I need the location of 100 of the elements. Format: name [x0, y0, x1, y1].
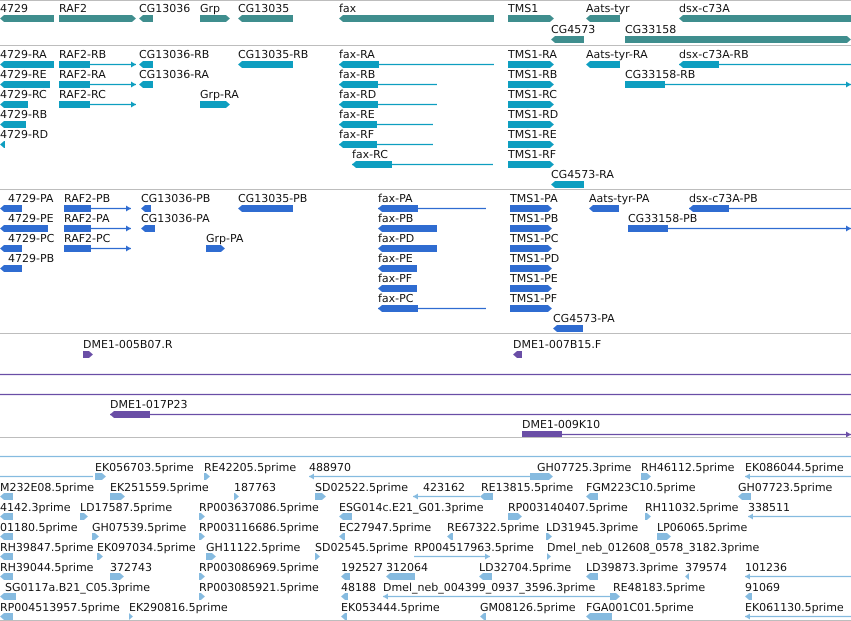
feature-label: LP06065.5prime: [657, 521, 748, 534]
feature-label: EK290816.5prime: [129, 601, 228, 614]
feature-label: fax-RA: [339, 48, 375, 61]
feature-label: RP003086969.5prime: [199, 561, 319, 574]
feature-label: 312064: [386, 561, 428, 574]
feature-label: 338511: [748, 501, 790, 514]
feature-label: TMS1-RD: [508, 108, 558, 121]
feature-label: 91069: [745, 581, 780, 594]
feature-label: M232E08.5prime: [0, 481, 94, 494]
feature-label: FGM223C10.5prime: [586, 481, 696, 494]
feature-label: RE13815.5prime: [481, 481, 574, 494]
feature-label: 4142.3prime: [0, 501, 71, 514]
feature-label: RH39847.5prime: [0, 541, 94, 554]
feature-label: RE67322.5prime: [447, 521, 540, 534]
feature-label: TMS1-PE: [510, 272, 558, 285]
feature-label: EK056703.5prime: [95, 461, 194, 474]
feature-label: TMS1-RC: [508, 88, 557, 101]
feature-label: CG13036-RA: [139, 68, 209, 81]
feature-label: 187763: [234, 481, 276, 494]
feature-label: SG0117a.B21_C05.3prime: [5, 581, 150, 594]
feature-label: fax-RD: [339, 88, 376, 101]
feature-label: FGA001C01.5prime: [586, 601, 694, 614]
feature-label: TMS1-PD: [510, 252, 560, 265]
feature-label: 4729: [0, 2, 28, 15]
feature-label: 192527: [341, 561, 383, 574]
feature-label: Grp-RA: [200, 88, 239, 101]
feature-label: Aats-tyr-RA: [586, 48, 648, 61]
feature-label: RP003116686.5prime: [199, 521, 319, 534]
feature-label: 4729-PE: [8, 212, 54, 225]
feature-label: 4729-RD: [0, 128, 48, 141]
feature-label: CG4573-PA: [553, 312, 615, 325]
feature-label: 4729-PB: [8, 252, 54, 265]
feature-label: RAF2-PC: [64, 232, 110, 245]
feature-label: TMS1-PF: [510, 292, 558, 305]
feature-label: GH07723.5prime: [738, 481, 832, 494]
feature-label: CG13035-RB: [238, 48, 308, 61]
feature-label: RP004513957.5prime: [0, 601, 120, 614]
feature-label: 4729-RB: [0, 108, 48, 121]
feature-label: EK061130.5prime: [745, 601, 844, 614]
feature-label: 379574: [685, 561, 727, 574]
feature-label: RH46112.5prime: [641, 461, 734, 474]
feature-label: Dmel_neb_012608_0578_3182.3prime: [547, 541, 760, 554]
feature-label: TMS1-RE: [508, 128, 557, 141]
feature-label: CG13036-RB: [139, 48, 210, 61]
feature-label: 4729-RA: [0, 48, 47, 61]
feature-label: CG33158-RB: [625, 68, 696, 81]
feature-label: 423162: [423, 481, 465, 494]
feature-label: 488970: [309, 461, 351, 474]
feature-label: DME1-007B15.F: [513, 338, 602, 351]
feature-label: DME1-009K10: [522, 418, 600, 431]
feature-label: RE42205.5prime: [204, 461, 296, 474]
feature-label: RH39044.5prime: [0, 561, 94, 574]
feature-label: RP003085921.5prime: [199, 581, 319, 594]
feature-label: CG4573-RA: [551, 168, 614, 181]
feature-label: RAF2-PB: [64, 192, 110, 205]
feature-label: DME1-005B07.R: [83, 338, 173, 351]
feature-label: 4729-PC: [8, 232, 54, 245]
feature-label: EK097034.5prime: [97, 541, 196, 554]
feature-label: 4729-PA: [8, 192, 54, 205]
feature-label: RP004517963.5prime: [414, 541, 534, 554]
feature-label: CG13035-PB: [238, 192, 308, 205]
feature-label: Grp-PA: [206, 232, 244, 245]
feature-label: CG13036-PB: [141, 192, 210, 205]
feature-label: EK251559.5prime: [110, 481, 209, 494]
feature-label: 01180.5prime: [0, 521, 78, 534]
feature-label: RAF2: [59, 2, 88, 15]
feature-label: GM08126.5prime: [480, 601, 576, 614]
feature-label: TMS1-PA: [510, 192, 558, 205]
feature-label: CG13035: [238, 2, 290, 15]
feature-label: RP003140407.5prime: [508, 501, 628, 514]
feature-label: LD17587.5prime: [80, 501, 172, 514]
feature-label: SD02545.5prime: [315, 541, 408, 554]
feature-label: CG33158: [625, 23, 676, 36]
feature-label: fax-PC: [378, 292, 414, 305]
feature-label: LD32704.5prime: [479, 561, 572, 574]
feature-label: TMS1-PC: [510, 232, 558, 245]
feature-label: RAF2-RC: [59, 88, 106, 101]
feature-label: TMS1-PB: [510, 212, 558, 225]
feature-label: LD39873.3prime: [586, 561, 678, 574]
feature-label: EC27947.5prime: [339, 521, 432, 534]
feature-label: Dmel_neb_004399_0937_3596.3prime: [383, 581, 596, 594]
feature-label: 48188: [341, 581, 376, 594]
feature-label: ESG014c.E21_G01.3prime: [339, 501, 484, 514]
feature-label: Grp: [200, 2, 220, 15]
feature-label: fax-PA: [378, 192, 413, 205]
feature-label: GH11122.5prime: [206, 541, 300, 554]
feature-label: RH11032.5prime: [645, 501, 738, 514]
feature-label: CG4573: [551, 23, 596, 36]
feature-label: fax-PB: [378, 212, 414, 225]
feature-label: GH07725.3prime: [537, 461, 632, 474]
feature-label: fax-RF: [339, 128, 374, 141]
feature-label: DME1-017P23: [110, 398, 188, 411]
feature-label: SD02522.5prime: [315, 481, 408, 494]
feature-label: RAF2-RB: [59, 48, 106, 61]
feature-label: dsx-c73A-RB: [679, 48, 749, 61]
feature-label: RE48183.5prime: [613, 581, 706, 594]
feature-label: 101236: [745, 561, 787, 574]
feature-label: fax-PD: [378, 232, 414, 245]
feature-label: 4729-RC: [0, 88, 47, 101]
feature-label: fax-PE: [378, 252, 413, 265]
